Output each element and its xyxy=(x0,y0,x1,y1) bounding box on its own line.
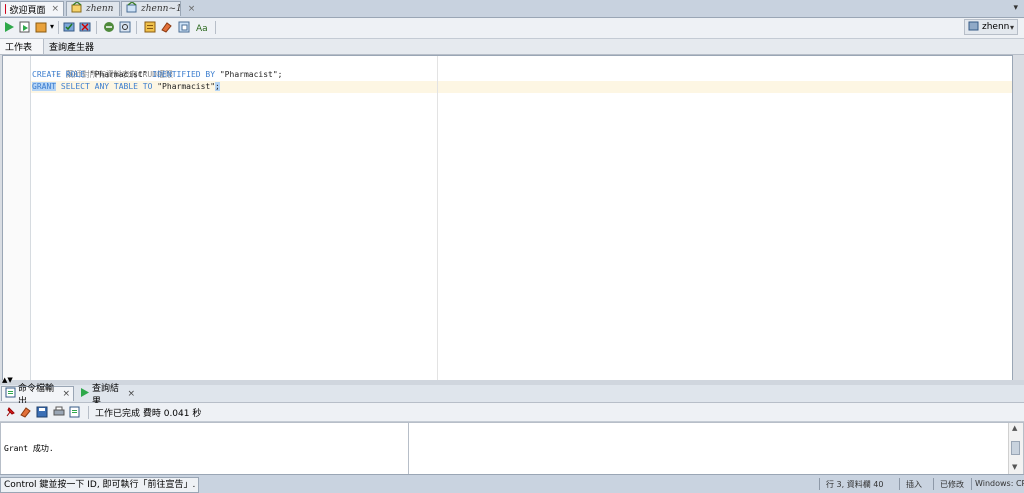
rollback-icon[interactable] xyxy=(78,20,92,34)
scrollbar-thumb[interactable] xyxy=(1011,441,1020,455)
tab-label: zhenn~1 xyxy=(141,4,182,14)
task-completed-message: 工作已完成 費時 0.041 秒 xyxy=(95,409,202,419)
run-statement-icon[interactable] xyxy=(2,20,16,34)
sql-keyword: SELECT ANY TABLE TO xyxy=(56,82,153,91)
cursor-position: 行 3, 資料欄 40 xyxy=(826,480,884,489)
scroll-up-icon[interactable]: ▲ xyxy=(1012,424,1017,432)
status-separator xyxy=(933,478,934,490)
database-worksheet-icon xyxy=(126,1,138,16)
pin-icon[interactable] xyxy=(3,405,17,419)
sql-keyword: CREATE ROLE xyxy=(32,70,85,79)
close-icon[interactable]: × xyxy=(188,4,196,14)
oracle-logo-icon xyxy=(5,4,14,14)
script-output-icon xyxy=(5,387,16,401)
close-icon[interactable]: × xyxy=(127,389,135,399)
status-separator xyxy=(819,478,820,490)
toolbar-separator xyxy=(88,406,89,419)
database-connection-icon xyxy=(968,20,979,34)
sql-identifier: "Pharmacist" xyxy=(84,70,153,79)
clear-eraser-icon[interactable] xyxy=(18,405,32,419)
close-icon[interactable]: × xyxy=(62,389,70,399)
tab-script-output[interactable]: 命令檔輸出 × xyxy=(1,384,74,407)
code-line-2: CREATE ROLE "Pharmacist" IDENTIFIED BY "… xyxy=(32,69,282,81)
connection-selector[interactable]: zhenn ▾ xyxy=(964,19,1018,35)
sql-history-icon[interactable] xyxy=(143,20,157,34)
sql-semicolon: ; xyxy=(215,82,220,91)
line-ending[interactable]: Windows: CR xyxy=(975,479,1024,488)
sql-identifier: "Pharmacist"; xyxy=(215,70,283,79)
toolbar-separator xyxy=(58,21,59,34)
status-separator xyxy=(971,478,972,490)
tab-label: 歡迎頁面 xyxy=(9,5,46,16)
status-hint: Control 鍵並按一下 ID, 即可執行「前往宣告」. xyxy=(0,477,200,493)
line-gutter xyxy=(3,56,31,380)
connection-name: zhenn xyxy=(982,22,1010,32)
worksheet-toolbar: ▾ Aa zhenn ▾ xyxy=(0,18,1024,39)
chevron-down-icon: ▾ xyxy=(1009,22,1014,32)
right-margin-line xyxy=(437,56,438,380)
status-separator xyxy=(899,478,900,490)
clear-eraser-icon[interactable] xyxy=(159,20,173,34)
scroll-down-icon[interactable]: ▼ xyxy=(1012,463,1017,471)
sql-keyword: IDENTIFIED BY xyxy=(152,70,216,79)
tab-query-result[interactable]: 查詢結果 × xyxy=(76,384,138,407)
code-line-3: GRANT SELECT ANY TABLE TO "Pharmacist"; xyxy=(32,81,220,93)
splitter-arrows-icon[interactable]: ▲▼ xyxy=(2,377,13,384)
commit-icon[interactable] xyxy=(62,20,76,34)
format-sql-icon[interactable] xyxy=(177,20,191,34)
database-worksheet-icon xyxy=(71,1,83,16)
tab-label: zhenn xyxy=(86,4,114,14)
sql-identifier: "Pharmacist" xyxy=(152,82,216,91)
tab-zhenn-1[interactable]: zhenn~1 × xyxy=(121,1,195,16)
code-line-1: -- 藥師對所有資料表有CRUD權限 xyxy=(32,57,173,79)
run-result-icon xyxy=(79,387,90,401)
tab-query-builder[interactable]: 查詢產生器 xyxy=(44,39,104,54)
print-icon[interactable] xyxy=(52,405,66,419)
tab-zhenn[interactable]: zhenn × xyxy=(66,1,127,16)
svg-text:Aa: Aa xyxy=(196,24,208,33)
toolbar-separator xyxy=(96,21,97,34)
close-icon[interactable]: × xyxy=(51,4,59,14)
case-toggle-icon[interactable]: Aa xyxy=(195,20,209,34)
tab-worksheet[interactable]: 工作表 xyxy=(0,39,44,54)
document-tab-bar: 歡迎頁面 × zhenn × zhenn~1 × ▾ xyxy=(0,0,1024,18)
modified-status: 已修改 xyxy=(940,480,964,489)
sql-keyword-selected: GRANT xyxy=(32,82,57,91)
output-document-icon[interactable] xyxy=(68,405,82,419)
chevron-down-icon[interactable]: ▾ xyxy=(50,22,54,31)
sql-tuning-icon[interactable] xyxy=(102,20,116,34)
editor-subtabs: 工作表 查詢產生器 xyxy=(0,39,1024,55)
script-output-area[interactable]: Grant 成功. ▲ ▼ xyxy=(0,422,1024,475)
tab-list-dropdown-icon[interactable]: ▾ xyxy=(1013,3,1018,13)
output-panel-tabs: 命令檔輸出 × 查詢結果 × xyxy=(0,384,1024,407)
tab-welcome-page[interactable]: 歡迎頁面 × xyxy=(0,1,64,16)
output-divider xyxy=(408,423,409,474)
run-script-icon[interactable] xyxy=(18,20,32,34)
output-text: Grant 成功. xyxy=(4,444,54,453)
explain-plan-icon[interactable] xyxy=(118,20,132,34)
toolbar-separator xyxy=(136,21,137,34)
save-icon[interactable] xyxy=(35,405,49,419)
vertical-scrollbar[interactable]: ▲ ▼ xyxy=(1008,423,1023,474)
insert-mode[interactable]: 插入 xyxy=(906,479,922,490)
sql-editor[interactable]: -- 藥師對所有資料表有CRUD權限 CREATE ROLE "Pharmaci… xyxy=(2,55,1013,381)
autotrace-icon[interactable] xyxy=(34,20,48,34)
toolbar-separator xyxy=(215,21,216,34)
